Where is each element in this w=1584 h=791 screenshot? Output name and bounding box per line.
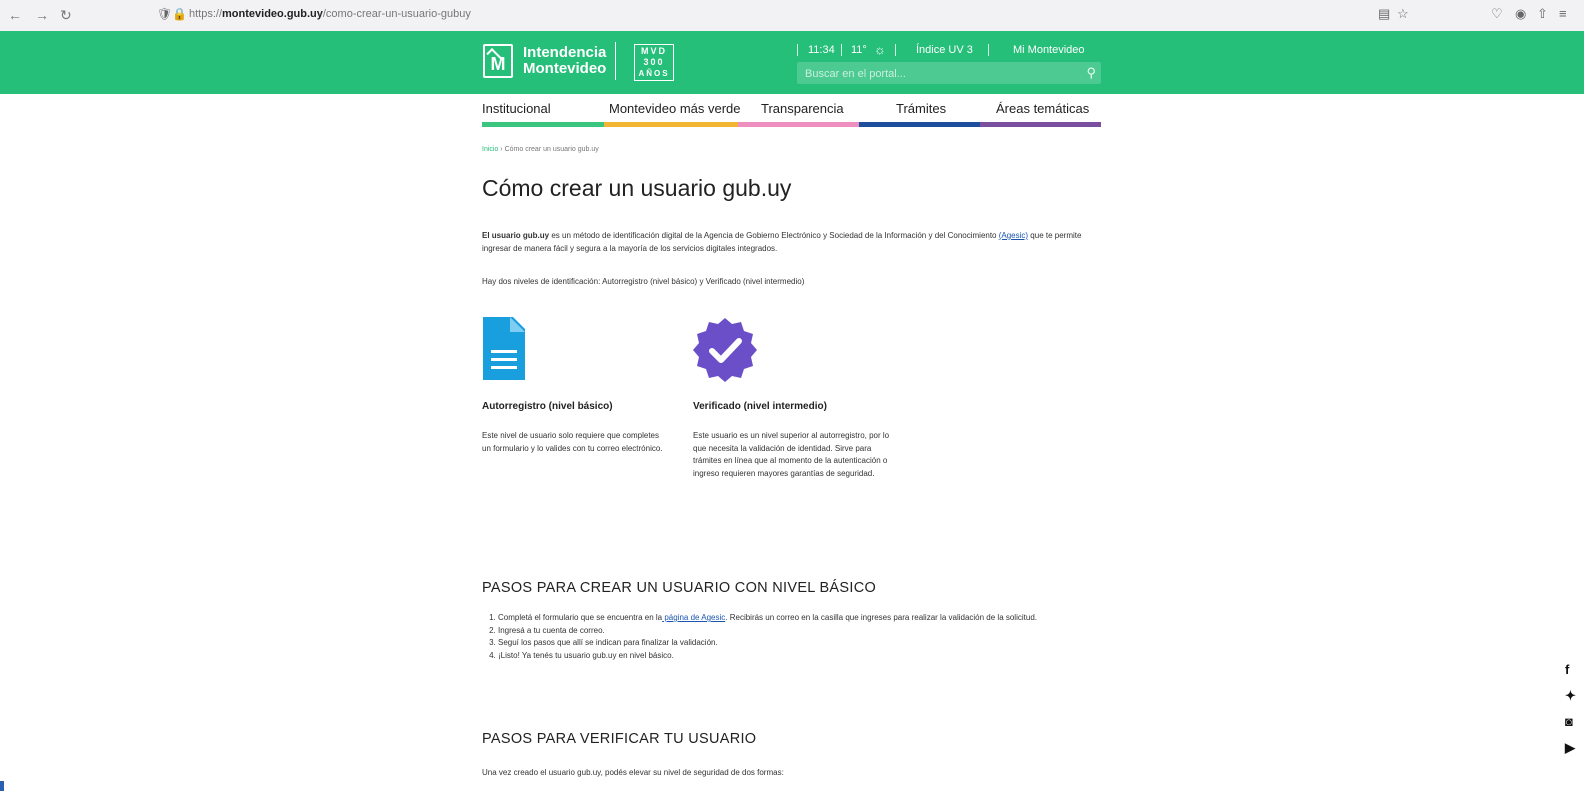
forward-arrow-icon[interactable]: → <box>35 7 49 23</box>
list-item: Completá el formulario que se encuentra … <box>498 612 1102 625</box>
youtube-icon[interactable]: ▶ <box>1565 740 1575 756</box>
pocket-icon[interactable]: ♡ <box>1491 6 1503 22</box>
mi-montevideo-link[interactable]: Mi Montevideo <box>1013 44 1085 56</box>
site-search: ⚲ <box>797 62 1101 84</box>
search-input[interactable] <box>803 65 1077 83</box>
levels-paragraph: Hay dos niveles de identificación: Autor… <box>482 277 805 286</box>
extensions-icon[interactable]: ⇧ <box>1537 6 1548 22</box>
scroll-indicator <box>0 781 4 791</box>
logo-line-2[interactable]: Montevideo <box>523 61 606 77</box>
card-verified-title: Verificado (nivel intermedio) <box>693 401 827 412</box>
url-text[interactable]: https://montevideo.gub.uy/como-crear-un-… <box>189 8 471 20</box>
lock-icon[interactable]: 🔒 <box>172 7 187 21</box>
nav-color-bar-verde <box>604 122 738 127</box>
temperature[interactable]: 11° <box>851 44 867 56</box>
facebook-icon[interactable]: f <box>1565 662 1569 677</box>
back-arrow-icon[interactable]: ← <box>8 7 22 23</box>
nav-color-bar-institucional <box>482 122 604 127</box>
nav-montevideo-mas-verde[interactable]: Montevideo más verde <box>609 101 741 116</box>
browser-toolbar: ← → ↻ 🛡 🔒 https://montevideo.gub.uy/como… <box>0 0 1584 32</box>
nav-institucional[interactable]: Institucional <box>482 101 551 116</box>
breadcrumb-home[interactable]: Inicio <box>482 146 498 153</box>
twitter-icon[interactable]: ✦ <box>1565 688 1576 704</box>
uv-index[interactable]: Índice UV 3 <box>916 44 973 56</box>
card-verified-text: Este usuario es un nivel superior al aut… <box>693 431 890 479</box>
address-bar[interactable]: 🛡 🔒 https://montevideo.gub.uy/como-crear… <box>150 5 1410 26</box>
reload-icon[interactable]: ↻ <box>60 7 72 23</box>
list-item: ¡Listo! Ya tenés tu usuario gub.uy en ni… <box>498 650 1102 663</box>
card-basic-text: Este nivel de usuario solo requiere que … <box>482 431 663 453</box>
basic-steps-heading: PASOS PARA CREAR UN USUARIO CON NIVEL BÁ… <box>482 580 877 596</box>
weather-icon[interactable]: ☼ <box>874 42 886 57</box>
nav-areas-tematicas[interactable]: Áreas temáticas <box>996 101 1089 116</box>
reader-view-icon[interactable]: ▤ <box>1378 6 1390 22</box>
account-icon[interactable]: ◉ <box>1515 6 1526 22</box>
nav-transparencia[interactable]: Transparencia <box>761 101 844 116</box>
page-title: Cómo crear un usuario gub.uy <box>482 175 792 201</box>
verify-intro: Una vez creado el usuario gub.uy, podés … <box>482 768 784 777</box>
verify-steps-heading: PASOS PARA VERIFICAR TU USUARIO <box>482 731 757 747</box>
list-item: Ingresá a tu cuenta de correo. <box>498 625 1102 638</box>
verified-badge-icon <box>693 318 757 382</box>
list-item: Seguí los pasos que allí se indican para… <box>498 637 1102 650</box>
nav-tramites[interactable]: Trámites <box>896 101 946 116</box>
intendencia-logo-icon[interactable]: M <box>483 44 513 78</box>
basic-steps-list: Completá el formulario que se encuentra … <box>482 612 1102 663</box>
bookmark-star-icon[interactable]: ☆ <box>1397 6 1409 22</box>
current-time: 11:34 <box>808 44 835 56</box>
agesic-page-link[interactable]: página de Agesic <box>662 613 725 622</box>
mvd-300-logo[interactable]: MVD 300 AÑOS <box>634 44 674 81</box>
breadcrumb-current: Cómo crear un usuario gub.uy <box>504 146 599 153</box>
nav-color-bar-transparencia <box>738 122 859 127</box>
document-icon <box>483 317 525 380</box>
nav-color-bar-areas <box>980 122 1101 127</box>
menu-icon[interactable]: ≡ <box>1559 6 1567 21</box>
instagram-icon[interactable]: ◙ <box>1565 714 1573 729</box>
search-icon[interactable]: ⚲ <box>1086 65 1096 81</box>
breadcrumb: Inicio › Cómo crear un usuario gub.uy <box>482 146 599 153</box>
shield-icon[interactable]: 🛡 <box>157 7 172 21</box>
card-basic-title: Autorregistro (nivel básico) <box>482 401 613 412</box>
site-header: M Intendencia Montevideo MVD 300 AÑOS 11… <box>0 31 1584 94</box>
nav-color-bar-tramites <box>859 122 980 127</box>
logo-divider <box>615 42 616 80</box>
intro-paragraph: El usuario gub.uy es un método de identi… <box>482 231 1082 253</box>
logo-line-1[interactable]: Intendencia <box>523 45 606 61</box>
agesic-link[interactable]: (Agesic) <box>999 231 1028 240</box>
